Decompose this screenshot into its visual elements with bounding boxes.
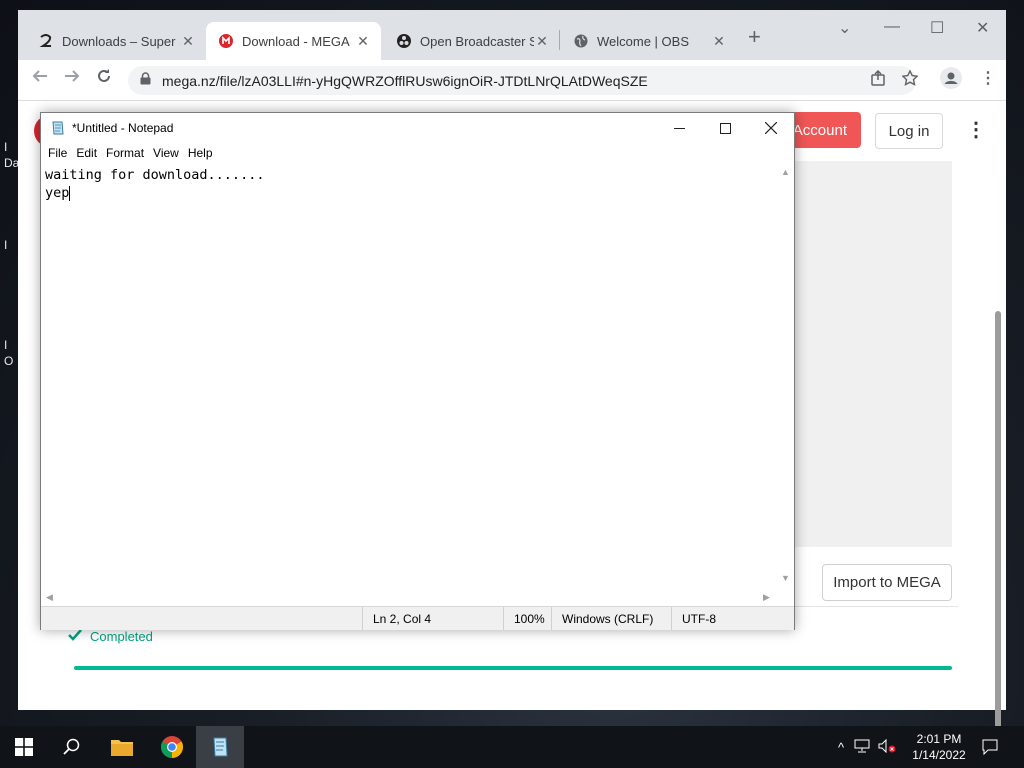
maximize-button[interactable]: ☐ xyxy=(930,18,944,38)
status-label: Completed xyxy=(90,629,153,644)
notepad-minimize-button[interactable] xyxy=(656,117,702,139)
notepad-text-area[interactable]: waiting for download....... yep xyxy=(41,163,777,589)
tab-welcome-obs[interactable]: Welcome | OBS ✕ xyxy=(561,22,737,60)
scroll-down-arrow-icon[interactable]: ▼ xyxy=(781,573,790,583)
notepad-vertical-scrollbar[interactable]: ▲ ▼ xyxy=(777,163,794,589)
obs-icon xyxy=(396,33,412,49)
back-icon[interactable] xyxy=(32,68,48,89)
tab-download-mega[interactable]: Download - MEGA ✕ xyxy=(206,22,381,60)
menu-edit[interactable]: Edit xyxy=(76,146,97,160)
tab-title: Downloads – Super S xyxy=(62,33,180,49)
new-tab-button[interactable]: + xyxy=(748,26,761,48)
bookmark-star-icon[interactable] xyxy=(901,69,919,91)
scroll-up-arrow-icon[interactable]: ▲ xyxy=(781,167,790,177)
text-line: waiting for download....... xyxy=(45,167,265,183)
chrome-icon xyxy=(161,736,183,758)
file-explorer-button[interactable] xyxy=(98,726,146,768)
volume-muted-icon[interactable] xyxy=(878,738,896,756)
url-text: mega.nz/file/lzA03LLI#n-yHgQWRZOfflRUsw6… xyxy=(162,72,648,89)
notepad-icon xyxy=(50,120,66,136)
clock[interactable]: 2:01 PM 1/14/2022 xyxy=(907,731,971,763)
clock-time: 2:01 PM xyxy=(916,732,962,746)
scroll-right-arrow-icon[interactable]: ▶ xyxy=(763,592,770,603)
desktop-icon-label: I xyxy=(4,338,8,352)
system-tray: ^ xyxy=(838,726,896,768)
lock-icon xyxy=(140,71,154,90)
menu-file[interactable]: File xyxy=(48,146,67,160)
forward-icon[interactable] xyxy=(64,68,80,89)
desktop-icon-label: O xyxy=(4,354,14,368)
zoom-level: 100% xyxy=(503,607,551,630)
tray-chevron-icon[interactable]: ^ xyxy=(838,740,844,755)
text-line-with-caret: yep xyxy=(45,184,773,202)
menu-view[interactable]: View xyxy=(153,146,179,160)
cursor-position: Ln 2, Col 4 xyxy=(362,607,503,630)
notepad-title-bar[interactable]: *Untitled - Notepad xyxy=(41,113,794,143)
menu-format[interactable]: Format xyxy=(106,146,144,160)
folder-icon xyxy=(111,740,133,756)
tab-title: Welcome | OBS xyxy=(597,33,689,49)
download-progress-bar xyxy=(74,666,952,670)
notification-icon xyxy=(982,739,998,755)
chrome-taskbar-button[interactable] xyxy=(148,726,196,768)
clock-date: 1/14/2022 xyxy=(912,748,966,762)
tab-title: Download - MEGA xyxy=(242,33,350,49)
tab-separator xyxy=(559,30,560,50)
notepad-status-bar: Ln 2, Col 4 100% Windows (CRLF) UTF-8 xyxy=(41,606,794,630)
desktop-icon-label: I xyxy=(4,238,8,252)
address-bar[interactable]: mega.nz/file/lzA03LLI#n-yHgQWRZOfflRUsw6… xyxy=(128,66,916,95)
tab-strip: Downloads – Super S ✕ Download - MEGA ✕ … xyxy=(18,10,1006,60)
notepad-title: *Untitled - Notepad xyxy=(72,121,174,135)
notepad-taskbar-button[interactable] xyxy=(196,726,244,768)
browser-toolbar: mega.nz/file/lzA03LLI#n-yHgQWRZOfflRUsw6… xyxy=(18,60,1006,101)
notepad-horizontal-scrollbar[interactable]: ◀ ▶ xyxy=(41,589,777,606)
notepad-menu-bar: File Edit Format View Help xyxy=(41,143,794,163)
scroll-thumb[interactable] xyxy=(995,311,1001,766)
notification-center-button[interactable] xyxy=(968,726,1012,768)
tab-title: Open Broadcaster So xyxy=(420,33,534,49)
tab-close-icon[interactable]: ✕ xyxy=(534,33,550,50)
notepad-window: *Untitled - Notepad File Edit Format Vie… xyxy=(40,112,795,630)
tab-close-icon[interactable]: ✕ xyxy=(180,33,196,50)
download-status: Completed xyxy=(68,629,153,644)
menu-help[interactable]: Help xyxy=(188,146,213,160)
scroll-left-arrow-icon[interactable]: ◀ xyxy=(46,592,53,603)
progress-fill xyxy=(74,666,952,670)
tab-close-icon[interactable]: ✕ xyxy=(711,33,727,50)
check-icon xyxy=(68,629,82,644)
chrome-menu-icon[interactable]: ⋮ xyxy=(980,68,996,88)
encoding: UTF-8 xyxy=(671,607,794,630)
share-icon[interactable] xyxy=(870,69,886,91)
page-scrollbar[interactable] xyxy=(993,161,1003,766)
globe-icon xyxy=(573,33,589,49)
reload-icon[interactable] xyxy=(96,68,112,89)
mega-icon xyxy=(218,33,234,49)
taskbar: ^ 2:01 PM 1/14/2022 xyxy=(0,726,1024,768)
line-ending: Windows (CRLF) xyxy=(551,607,671,630)
notepad-maximize-button[interactable] xyxy=(702,117,748,139)
close-button[interactable]: ✕ xyxy=(976,18,989,38)
notepad-app-icon xyxy=(213,737,228,757)
text-line: yep xyxy=(45,185,70,201)
text-caret xyxy=(69,185,71,201)
profile-avatar-icon[interactable] xyxy=(940,67,962,94)
import-to-mega-button[interactable]: Import to MEGA xyxy=(822,564,952,601)
tab-downloads-super[interactable]: Downloads – Super S ✕ xyxy=(26,22,206,60)
notepad-close-button[interactable] xyxy=(748,117,794,139)
desktop-icons-edge: I Da I I O xyxy=(0,130,19,390)
windows-icon xyxy=(15,738,33,756)
network-icon[interactable] xyxy=(854,739,870,756)
mega-menu-icon[interactable]: ⋮ xyxy=(966,117,986,142)
search-icon xyxy=(63,738,80,755)
start-button[interactable] xyxy=(0,726,48,768)
search-button[interactable] xyxy=(48,726,96,768)
tab-close-icon[interactable]: ✕ xyxy=(355,33,371,50)
login-button[interactable]: Log in xyxy=(875,113,943,149)
minimize-button[interactable]: — xyxy=(884,18,900,36)
superstar-icon xyxy=(38,33,54,49)
tab-open-broadcaster[interactable]: Open Broadcaster So ✕ xyxy=(384,22,560,60)
desktop-icon-label: I xyxy=(4,140,8,154)
tab-search-dropdown-icon[interactable]: ⌄ xyxy=(838,18,851,38)
